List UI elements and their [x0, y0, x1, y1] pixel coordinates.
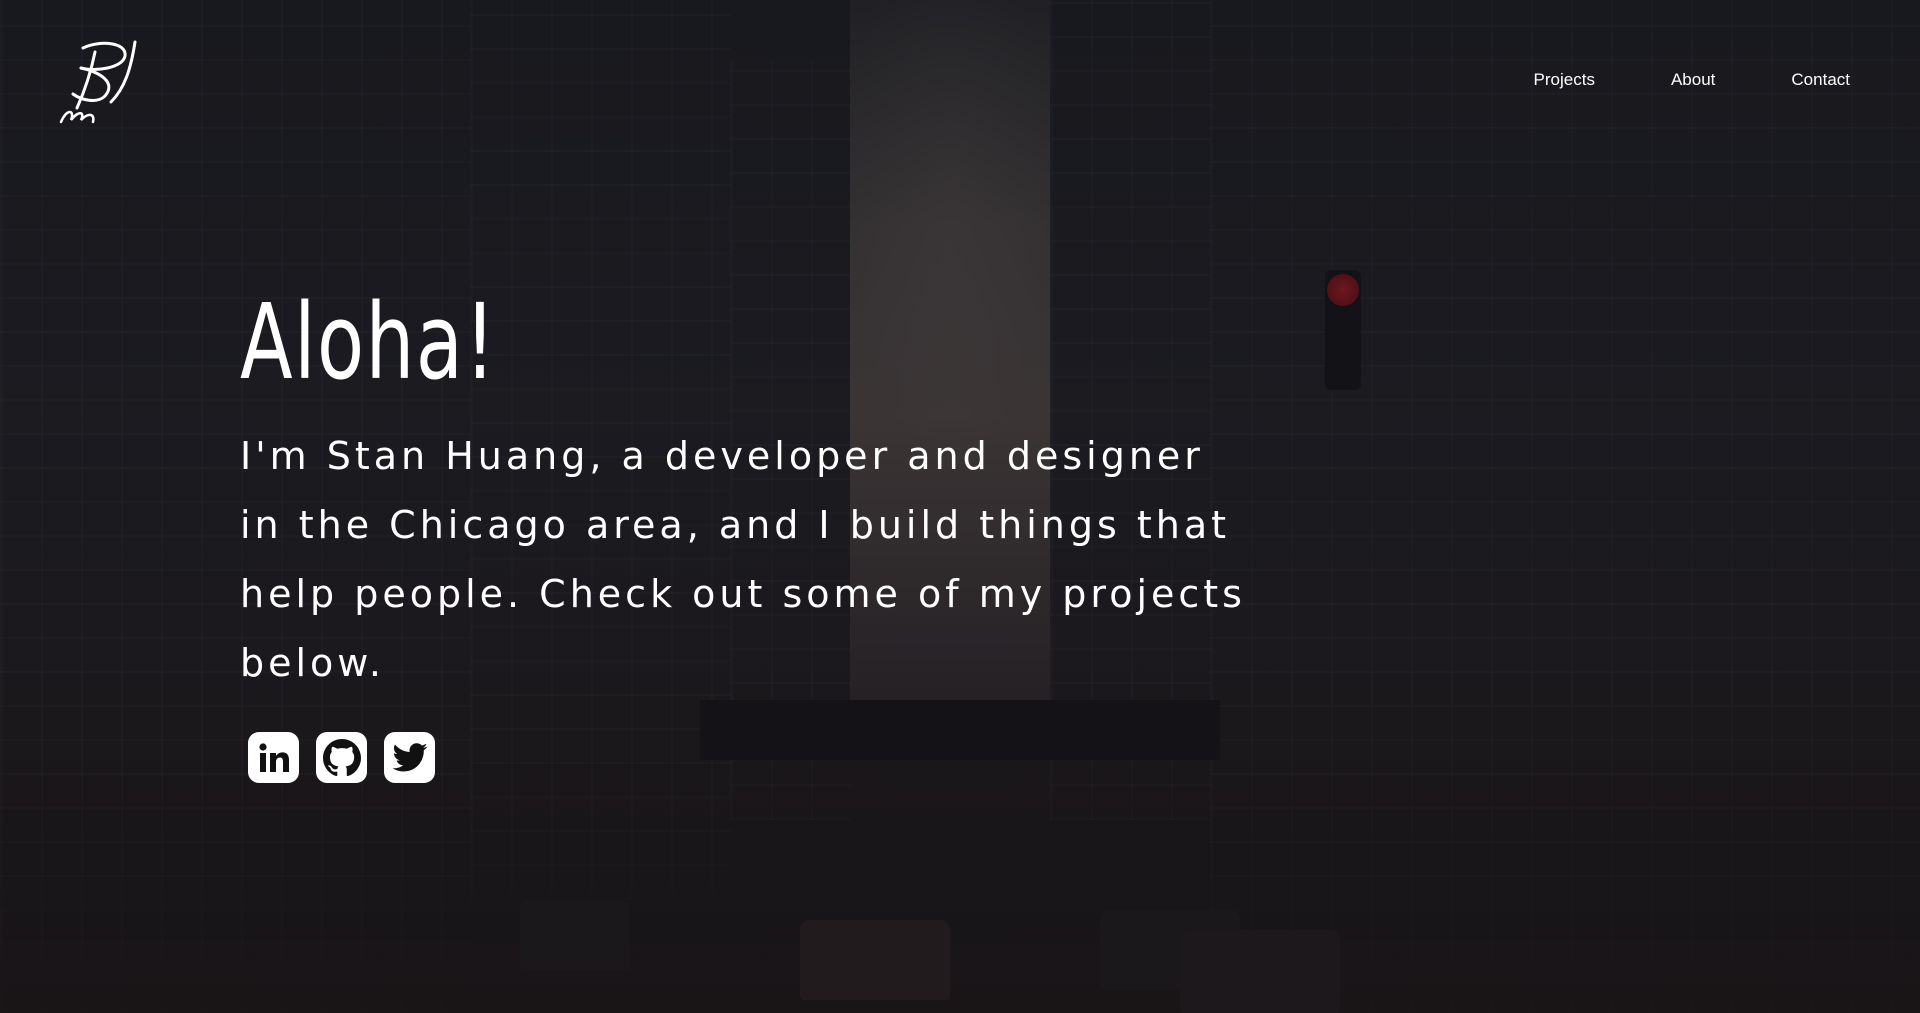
twitter-icon: [392, 742, 427, 771]
signature-logo-icon: [59, 40, 137, 124]
site-logo[interactable]: [55, 38, 141, 130]
traffic-light-red-lamp: [1327, 274, 1359, 306]
hero-section: Projects About Contact Aloha! I'm Stan H…: [0, 0, 1920, 1013]
twitter-button[interactable]: [384, 732, 435, 783]
traffic-light: [1325, 270, 1361, 390]
main-nav: Projects About Contact: [1534, 70, 1850, 90]
linkedin-icon: [258, 742, 289, 772]
nav-link-projects[interactable]: Projects: [1534, 70, 1595, 90]
social-links: [248, 732, 1240, 783]
background-car: [1180, 930, 1340, 1013]
background-car: [800, 920, 950, 1000]
hero-intro: I'm Stan Huang, a developer and designer…: [240, 434, 1246, 685]
background-car: [520, 900, 630, 970]
background-street: [0, 760, 1920, 1013]
nav-link-contact[interactable]: Contact: [1791, 70, 1850, 90]
github-icon: [322, 738, 361, 776]
hero-content: Aloha! I'm Stan Huang, a developer and d…: [240, 281, 1242, 783]
nav-link-about[interactable]: About: [1671, 70, 1715, 90]
github-button[interactable]: [316, 732, 367, 783]
background-building-right: [1210, 0, 1920, 1013]
hero-greeting: Aloha!: [240, 281, 497, 403]
linkedin-button[interactable]: [248, 732, 299, 783]
